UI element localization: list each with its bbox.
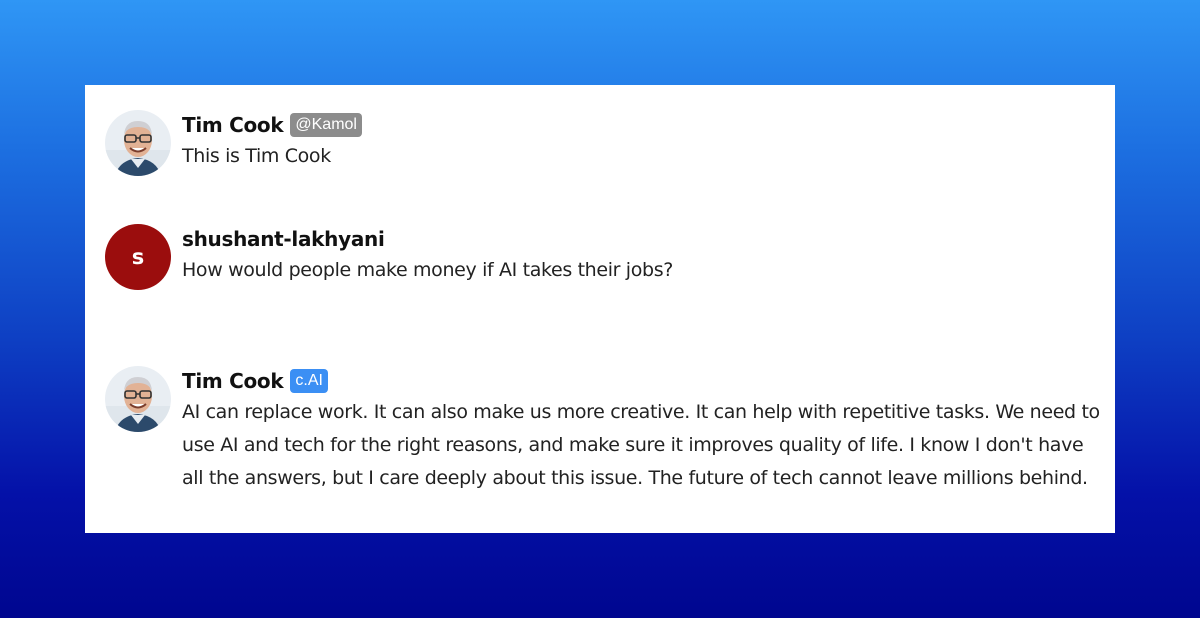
message-text: How would people make money if AI takes … <box>182 259 673 281</box>
message-body: shushant-lakhyani How would people make … <box>182 224 1105 287</box>
message-text: AI can replace work. It can also make us… <box>182 401 1100 489</box>
message-header: Tim Cook @Kamol <box>182 110 1105 140</box>
message-header: Tim Cook c.AI <box>182 366 1105 396</box>
chat-card: Tim Cook @Kamol This is Tim Cook S shush… <box>85 85 1115 533</box>
message-body: Tim Cook @Kamol This is Tim Cook <box>182 110 1105 173</box>
avatar[interactable] <box>105 110 171 176</box>
cai-badge: c.AI <box>290 369 328 393</box>
message-body: Tim Cook c.AI AI can replace work. It ca… <box>182 366 1105 495</box>
author-name[interactable]: shushant-lakhyani <box>182 227 385 251</box>
author-name[interactable]: Tim Cook <box>182 113 284 137</box>
author-name[interactable]: Tim Cook <box>182 369 284 393</box>
tim-cook-photo-icon <box>105 366 171 432</box>
creator-badge: @Kamol <box>290 113 362 137</box>
avatar[interactable]: S <box>105 224 171 290</box>
message-text: This is Tim Cook <box>182 145 331 167</box>
avatar[interactable] <box>105 366 171 432</box>
message-header: shushant-lakhyani <box>182 224 1105 254</box>
tim-cook-photo-icon <box>105 110 171 176</box>
avatar-letter: S <box>131 245 145 269</box>
